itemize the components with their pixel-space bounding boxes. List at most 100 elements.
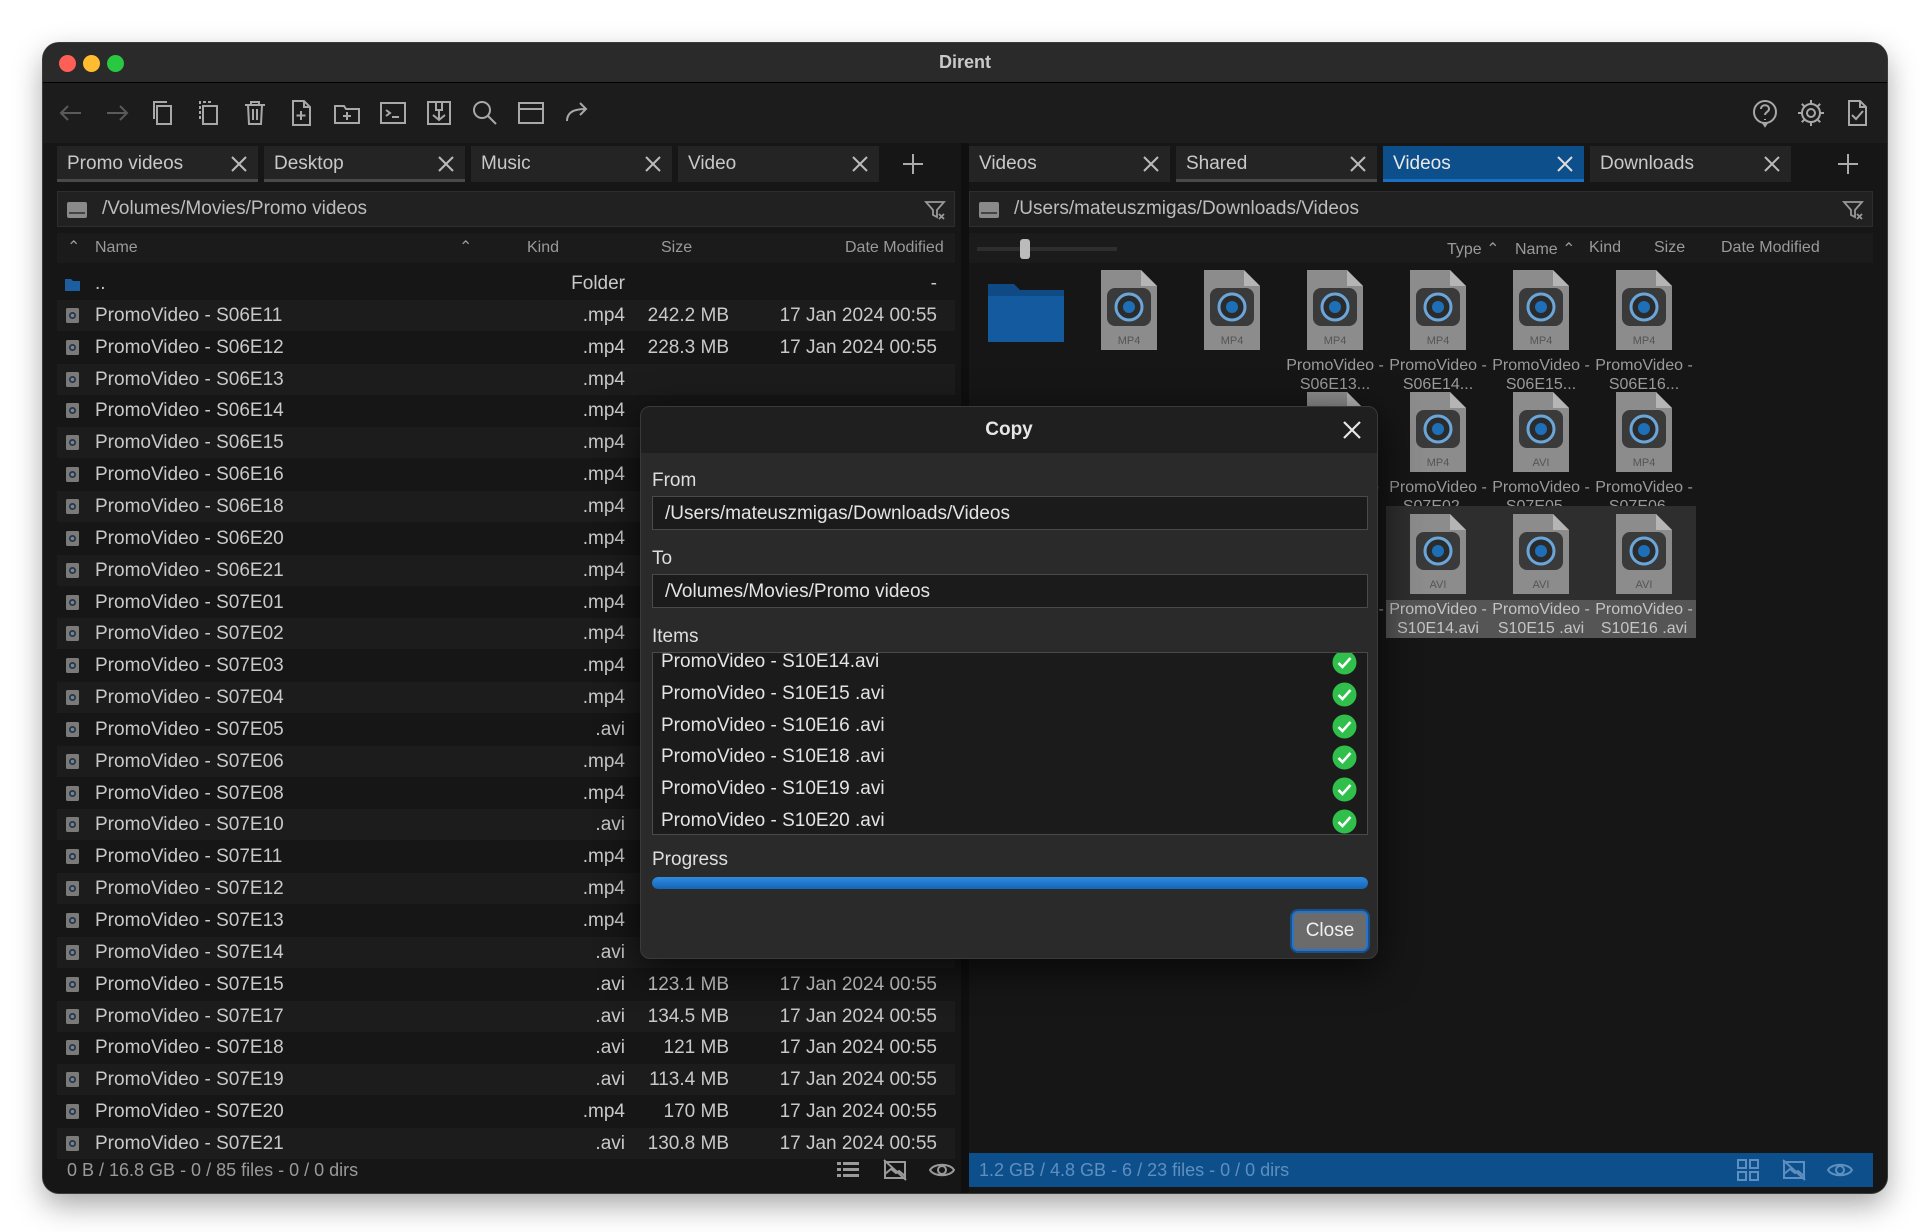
table-row[interactable]: PromoVideo - S07E15 .avi 123.1 MB 17 Jan 20… bbox=[57, 969, 955, 1000]
move-icon[interactable] bbox=[193, 97, 225, 129]
file-item[interactable]: MP4 PromoVideo - S06E16... bbox=[1592, 262, 1696, 394]
left-path-bar[interactable]: /Volumes/Movies/Promo videos bbox=[57, 191, 955, 227]
forward-arrow-icon[interactable] bbox=[101, 97, 133, 129]
row-kind: .avi bbox=[595, 814, 625, 836]
table-row[interactable]: PromoVideo - S06E13 .mp4 bbox=[57, 363, 955, 395]
copy-icon[interactable] bbox=[147, 97, 179, 129]
file-item[interactable]: AVIPromoVideo - S07E05... bbox=[1489, 384, 1593, 516]
column-size[interactable]: Size bbox=[661, 239, 692, 257]
sort-kind[interactable]: Kind bbox=[1589, 239, 1621, 257]
eye-icon[interactable] bbox=[929, 1157, 955, 1183]
gear-icon[interactable] bbox=[1795, 97, 1827, 129]
column-date[interactable]: Date Modified bbox=[845, 239, 944, 257]
video-file-icon bbox=[66, 913, 79, 928]
close-icon[interactable] bbox=[1341, 419, 1363, 441]
table-row[interactable]: PromoVideo - S06E11 .mp4 242.2 MB 17 Jan 20… bbox=[57, 299, 955, 331]
search-icon[interactable] bbox=[469, 97, 501, 129]
row-name: PromoVideo - S07E18 bbox=[95, 1037, 284, 1059]
row-kind: .avi bbox=[595, 1069, 625, 1091]
column-name[interactable]: Name bbox=[95, 239, 138, 257]
hide-thumbnails-icon[interactable] bbox=[1781, 1157, 1807, 1183]
filter-icon[interactable] bbox=[924, 199, 946, 221]
file-item[interactable]: MP4 PromoVideo - S06E15... bbox=[1489, 262, 1593, 394]
tab-shared[interactable]: Shared bbox=[1176, 146, 1377, 182]
close-button[interactable]: Close bbox=[1292, 911, 1368, 951]
close-tab-icon[interactable] bbox=[1142, 155, 1160, 173]
tab-videos[interactable]: Videos bbox=[969, 146, 1170, 182]
right-path-bar[interactable]: /Users/mateuszmigas/Downloads/Videos bbox=[969, 191, 1873, 227]
table-row[interactable]: PromoVideo - S07E20 .mp4 170 MB 17 Jan 2024… bbox=[57, 1096, 955, 1127]
row-name: PromoVideo - S07E20 bbox=[95, 1101, 284, 1123]
table-row[interactable]: PromoVideo - S06E12 .mp4 228.3 MB 17 Jan 20… bbox=[57, 332, 955, 363]
row-kind: .mp4 bbox=[582, 910, 625, 931]
table-row[interactable]: PromoVideo - S07E19 .avi 113.4 MB 17 Jan 20… bbox=[57, 1064, 955, 1096]
row-size: 228.3 MB bbox=[647, 336, 729, 358]
tab-music[interactable]: Music bbox=[471, 146, 672, 182]
file-item[interactable]: MP4 bbox=[1180, 262, 1284, 356]
close-tab-icon[interactable] bbox=[1763, 155, 1781, 173]
new-file-icon[interactable] bbox=[285, 97, 317, 129]
close-tab-icon[interactable] bbox=[1556, 155, 1574, 173]
column-kind[interactable]: Kind bbox=[527, 239, 559, 257]
table-row[interactable]: PromoVideo - S07E17 .avi 134.5 MB 17 Jan 20… bbox=[57, 1000, 955, 1032]
hide-thumbnails-icon[interactable] bbox=[882, 1157, 908, 1183]
folder-icon bbox=[65, 279, 80, 291]
file-item[interactable]: AVI PromoVideo - S10E15 .avi bbox=[1489, 506, 1593, 638]
tab-promo-videos[interactable]: Promo videos bbox=[57, 146, 258, 182]
help-icon[interactable] bbox=[1749, 97, 1781, 129]
zoom-slider[interactable] bbox=[977, 239, 1117, 259]
from-field[interactable]: /Users/mateuszmigas/Downloads/Videos bbox=[652, 496, 1368, 530]
row-date: - bbox=[930, 273, 937, 294]
file-item[interactable]: MP4 bbox=[1077, 262, 1181, 356]
zoom-slider-thumb[interactable] bbox=[1020, 239, 1030, 259]
window-icon[interactable] bbox=[515, 97, 547, 129]
file-item[interactable]: AVI PromoVideo - S10E14.avi bbox=[1386, 506, 1490, 638]
sort-name[interactable]: Name ⌃ bbox=[1515, 239, 1576, 259]
disk-icon bbox=[67, 202, 87, 218]
close-tab-icon[interactable] bbox=[230, 155, 248, 173]
grid-view-icon[interactable] bbox=[1735, 1157, 1761, 1183]
file-item[interactable]: MP4PromoVideo - S07E02... bbox=[1386, 384, 1490, 516]
tab-downloads[interactable]: Downloads bbox=[1590, 146, 1791, 182]
share-icon[interactable] bbox=[561, 97, 593, 129]
sort-up-icon[interactable]: ⌃ bbox=[67, 237, 80, 257]
tab-desktop[interactable]: Desktop bbox=[264, 146, 465, 182]
to-field[interactable]: /Volumes/Movies/Promo videos bbox=[652, 574, 1368, 608]
list-view-icon[interactable] bbox=[835, 1157, 861, 1183]
close-tab-icon[interactable] bbox=[851, 155, 869, 173]
terminal-icon[interactable] bbox=[377, 97, 409, 129]
file-item[interactable]: MP4 PromoVideo - S06E14... bbox=[1386, 262, 1490, 394]
items-list[interactable]: PromoVideo - S10E14.avi PromoVideo - S10E… bbox=[652, 652, 1368, 835]
sort-size[interactable]: Size bbox=[1654, 239, 1685, 257]
file-item[interactable]: MP4PromoVideo - S07E06... bbox=[1592, 384, 1696, 516]
new-folder-icon[interactable] bbox=[331, 97, 363, 129]
add-tab-icon[interactable] bbox=[900, 151, 926, 177]
path-text: /Users/mateuszmigas/Downloads/Videos bbox=[1014, 198, 1359, 219]
status-text: 0 B / 16.8 GB - 0 / 85 files - 0 / 0 dir… bbox=[67, 1160, 359, 1180]
row-kind: .mp4 bbox=[582, 750, 625, 772]
close-tab-icon[interactable] bbox=[437, 155, 455, 173]
row-size: 242.2 MB bbox=[647, 304, 729, 326]
file-item[interactable]: AVI PromoVideo - S10E16 .avi bbox=[1592, 506, 1696, 638]
eye-icon[interactable] bbox=[1827, 1157, 1853, 1183]
add-tab-icon[interactable] bbox=[1835, 151, 1861, 177]
check-doc-icon[interactable] bbox=[1841, 97, 1873, 129]
tab-video[interactable]: Video bbox=[678, 146, 879, 182]
filter-icon[interactable] bbox=[1842, 199, 1864, 221]
video-file-icon bbox=[66, 690, 79, 706]
sort-date[interactable]: Date Modified bbox=[1721, 239, 1820, 257]
row-kind: .avi bbox=[595, 973, 625, 995]
trash-icon[interactable] bbox=[239, 97, 271, 129]
tab-videos-active[interactable]: Videos bbox=[1383, 146, 1584, 182]
sort-type[interactable]: Type ⌃ bbox=[1447, 239, 1500, 259]
archive-icon[interactable] bbox=[423, 97, 455, 129]
close-tab-icon[interactable] bbox=[644, 155, 662, 173]
parent-folder-row[interactable]: .. Folder - bbox=[57, 268, 955, 299]
left-status-bar: 0 B / 16.8 GB - 0 / 85 files - 0 / 0 dir… bbox=[57, 1153, 955, 1187]
close-tab-icon[interactable] bbox=[1349, 155, 1367, 173]
table-row[interactable]: PromoVideo - S07E18 .avi 121 MB 17 Jan 2024… bbox=[57, 1032, 955, 1063]
back-arrow-icon[interactable] bbox=[55, 97, 87, 129]
check-circle-icon bbox=[1332, 682, 1357, 707]
file-item[interactable]: MP4 PromoVideo - S06E13... bbox=[1283, 262, 1387, 394]
folder-item[interactable] bbox=[974, 262, 1078, 356]
